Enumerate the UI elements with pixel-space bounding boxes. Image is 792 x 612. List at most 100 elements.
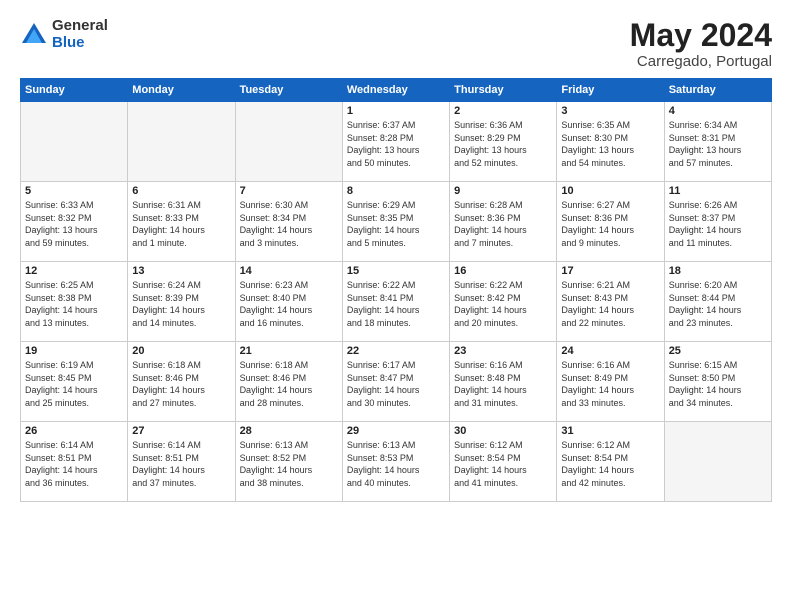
day-number: 28 bbox=[240, 425, 338, 437]
calendar-cell: 31Sunrise: 6:12 AM Sunset: 8:54 PM Dayli… bbox=[557, 422, 664, 502]
calendar-cell: 29 Sunrise: 6:13 AM Sunset: 8:53 PM Dayli… bbox=[342, 422, 449, 502]
day-info: Sunrise: 6:22 AM Sunset: 8:42 PM Dayligh… bbox=[454, 279, 552, 329]
calendar-cell: 2 Sunrise: 6:36 AM Sunset: 8:29 PM Daylig… bbox=[450, 102, 557, 182]
day-number: 18 bbox=[669, 265, 767, 277]
calendar-header-row: Sunday Monday Tuesday Wednesday Thursday… bbox=[21, 79, 772, 102]
calendar-cell: 5 Sunrise: 6:33 AM Sunset: 8:32 PM Daylig… bbox=[21, 182, 128, 262]
day-number: 7 bbox=[240, 185, 338, 197]
day-info: Sunrise: 6:37 AM Sunset: 8:28 PM Dayligh… bbox=[347, 119, 445, 169]
day-number: 19 bbox=[25, 345, 123, 357]
header: General Blue May 2024 Carregado, Portuga… bbox=[20, 18, 772, 70]
day-number: 27 bbox=[132, 425, 230, 437]
calendar-week-5: 26Sunrise: 6:14 AM Sunset: 8:51 PM Dayli… bbox=[21, 422, 772, 502]
calendar-cell: 4 Sunrise: 6:34 AM Sunset: 8:31 PM Daylig… bbox=[664, 102, 771, 182]
calendar-cell: 16 Sunrise: 6:22 AM Sunset: 8:42 PM Dayli… bbox=[450, 262, 557, 342]
calendar: Sunday Monday Tuesday Wednesday Thursday… bbox=[20, 78, 772, 502]
day-number: 22 bbox=[347, 345, 445, 357]
col-friday: Friday bbox=[557, 79, 664, 102]
day-info: Sunrise: 6:15 AM Sunset: 8:50 PM Dayligh… bbox=[669, 359, 767, 409]
day-info: Sunrise: 6:34 AM Sunset: 8:31 PM Dayligh… bbox=[669, 119, 767, 169]
day-info: Sunrise: 6:24 AM Sunset: 8:39 PM Dayligh… bbox=[132, 279, 230, 329]
day-number: 9 bbox=[454, 185, 552, 197]
calendar-cell: 6 Sunrise: 6:31 AM Sunset: 8:33 PM Daylig… bbox=[128, 182, 235, 262]
calendar-cell: 20Sunrise: 6:18 AM Sunset: 8:46 PM Dayli… bbox=[128, 342, 235, 422]
logo-text: General Blue bbox=[52, 18, 108, 51]
day-number: 16 bbox=[454, 265, 552, 277]
day-number: 1 bbox=[347, 105, 445, 117]
day-info: Sunrise: 6:35 AM Sunset: 8:30 PM Dayligh… bbox=[561, 119, 659, 169]
calendar-week-1: 1 Sunrise: 6:37 AM Sunset: 8:28 PM Daylig… bbox=[21, 102, 772, 182]
calendar-week-2: 5 Sunrise: 6:33 AM Sunset: 8:32 PM Daylig… bbox=[21, 182, 772, 262]
day-info: Sunrise: 6:17 AM Sunset: 8:47 PM Dayligh… bbox=[347, 359, 445, 409]
day-number: 25 bbox=[669, 345, 767, 357]
day-number: 29 bbox=[347, 425, 445, 437]
day-info: Sunrise: 6:25 AM Sunset: 8:38 PM Dayligh… bbox=[25, 279, 123, 329]
calendar-cell: 15 Sunrise: 6:22 AM Sunset: 8:41 PM Dayli… bbox=[342, 262, 449, 342]
day-info: Sunrise: 6:19 AM Sunset: 8:45 PM Dayligh… bbox=[25, 359, 123, 409]
logo-blue: Blue bbox=[52, 35, 108, 52]
day-number: 2 bbox=[454, 105, 552, 117]
page: General Blue May 2024 Carregado, Portuga… bbox=[0, 0, 792, 612]
calendar-cell: 25 Sunrise: 6:15 AM Sunset: 8:50 PM Dayli… bbox=[664, 342, 771, 422]
calendar-cell: 13 Sunrise: 6:24 AM Sunset: 8:39 PM Dayli… bbox=[128, 262, 235, 342]
col-monday: Monday bbox=[128, 79, 235, 102]
calendar-cell: 9Sunrise: 6:28 AM Sunset: 8:36 PM Daylig… bbox=[450, 182, 557, 262]
day-number: 21 bbox=[240, 345, 338, 357]
day-number: 23 bbox=[454, 345, 552, 357]
day-info: Sunrise: 6:27 AM Sunset: 8:36 PM Dayligh… bbox=[561, 199, 659, 249]
day-number: 3 bbox=[561, 105, 659, 117]
day-info: Sunrise: 6:22 AM Sunset: 8:41 PM Dayligh… bbox=[347, 279, 445, 329]
col-tuesday: Tuesday bbox=[235, 79, 342, 102]
day-number: 4 bbox=[669, 105, 767, 117]
calendar-cell: 26Sunrise: 6:14 AM Sunset: 8:51 PM Dayli… bbox=[21, 422, 128, 502]
title-month: May 2024 bbox=[630, 18, 772, 53]
logo-general: General bbox=[52, 18, 108, 35]
day-info: Sunrise: 6:26 AM Sunset: 8:37 PM Dayligh… bbox=[669, 199, 767, 249]
col-wednesday: Wednesday bbox=[342, 79, 449, 102]
day-info: Sunrise: 6:36 AM Sunset: 8:29 PM Dayligh… bbox=[454, 119, 552, 169]
calendar-cell: 14 Sunrise: 6:23 AM Sunset: 8:40 PM Dayli… bbox=[235, 262, 342, 342]
day-number: 14 bbox=[240, 265, 338, 277]
title-block: May 2024 Carregado, Portugal bbox=[630, 18, 772, 70]
title-location: Carregado, Portugal bbox=[630, 53, 772, 70]
day-info: Sunrise: 6:29 AM Sunset: 8:35 PM Dayligh… bbox=[347, 199, 445, 249]
day-info: Sunrise: 6:13 AM Sunset: 8:52 PM Dayligh… bbox=[240, 439, 338, 489]
day-info: Sunrise: 6:18 AM Sunset: 8:46 PM Dayligh… bbox=[240, 359, 338, 409]
day-number: 5 bbox=[25, 185, 123, 197]
day-number: 10 bbox=[561, 185, 659, 197]
day-number: 13 bbox=[132, 265, 230, 277]
day-number: 17 bbox=[561, 265, 659, 277]
day-info: Sunrise: 6:31 AM Sunset: 8:33 PM Dayligh… bbox=[132, 199, 230, 249]
calendar-cell: 24Sunrise: 6:16 AM Sunset: 8:49 PM Dayli… bbox=[557, 342, 664, 422]
day-info: Sunrise: 6:23 AM Sunset: 8:40 PM Dayligh… bbox=[240, 279, 338, 329]
day-info: Sunrise: 6:13 AM Sunset: 8:53 PM Dayligh… bbox=[347, 439, 445, 489]
calendar-cell: 21 Sunrise: 6:18 AM Sunset: 8:46 PM Dayli… bbox=[235, 342, 342, 422]
day-info: Sunrise: 6:33 AM Sunset: 8:32 PM Dayligh… bbox=[25, 199, 123, 249]
calendar-cell bbox=[664, 422, 771, 502]
day-info: Sunrise: 6:12 AM Sunset: 8:54 PM Dayligh… bbox=[454, 439, 552, 489]
day-info: Sunrise: 6:21 AM Sunset: 8:43 PM Dayligh… bbox=[561, 279, 659, 329]
day-info: Sunrise: 6:18 AM Sunset: 8:46 PM Dayligh… bbox=[132, 359, 230, 409]
logo: General Blue bbox=[20, 18, 108, 51]
day-number: 8 bbox=[347, 185, 445, 197]
day-number: 31 bbox=[561, 425, 659, 437]
day-number: 11 bbox=[669, 185, 767, 197]
calendar-week-3: 12 Sunrise: 6:25 AM Sunset: 8:38 PM Dayli… bbox=[21, 262, 772, 342]
day-info: Sunrise: 6:20 AM Sunset: 8:44 PM Dayligh… bbox=[669, 279, 767, 329]
day-info: Sunrise: 6:30 AM Sunset: 8:34 PM Dayligh… bbox=[240, 199, 338, 249]
calendar-cell: 1 Sunrise: 6:37 AM Sunset: 8:28 PM Daylig… bbox=[342, 102, 449, 182]
calendar-cell: 10 Sunrise: 6:27 AM Sunset: 8:36 PM Dayli… bbox=[557, 182, 664, 262]
day-info: Sunrise: 6:14 AM Sunset: 8:51 PM Dayligh… bbox=[25, 439, 123, 489]
day-number: 12 bbox=[25, 265, 123, 277]
day-info: Sunrise: 6:16 AM Sunset: 8:49 PM Dayligh… bbox=[561, 359, 659, 409]
calendar-cell: 23Sunrise: 6:16 AM Sunset: 8:48 PM Dayli… bbox=[450, 342, 557, 422]
calendar-cell: 8 Sunrise: 6:29 AM Sunset: 8:35 PM Daylig… bbox=[342, 182, 449, 262]
calendar-week-4: 19 Sunrise: 6:19 AM Sunset: 8:45 PM Dayli… bbox=[21, 342, 772, 422]
day-number: 6 bbox=[132, 185, 230, 197]
calendar-cell: 22 Sunrise: 6:17 AM Sunset: 8:47 PM Dayli… bbox=[342, 342, 449, 422]
col-saturday: Saturday bbox=[664, 79, 771, 102]
day-info: Sunrise: 6:14 AM Sunset: 8:51 PM Dayligh… bbox=[132, 439, 230, 489]
calendar-cell: 7 Sunrise: 6:30 AM Sunset: 8:34 PM Daylig… bbox=[235, 182, 342, 262]
calendar-cell: 3 Sunrise: 6:35 AM Sunset: 8:30 PM Daylig… bbox=[557, 102, 664, 182]
day-number: 15 bbox=[347, 265, 445, 277]
